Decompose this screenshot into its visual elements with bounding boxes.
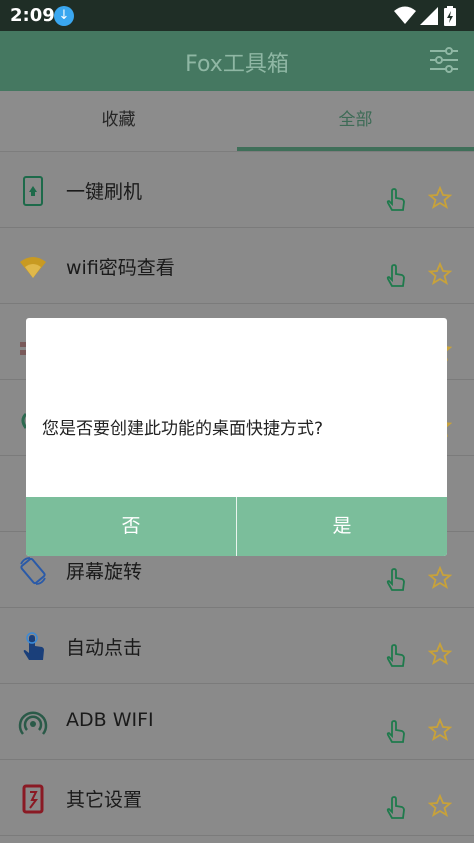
list-item[interactable]: 自动点击 bbox=[0, 608, 474, 684]
list-item[interactable]: ADB WIFI bbox=[0, 684, 474, 760]
item-label: 一键刷机 bbox=[66, 181, 143, 203]
star-icon[interactable] bbox=[428, 262, 452, 286]
wifi-status-icon bbox=[394, 6, 416, 24]
status-icons bbox=[394, 5, 464, 27]
tap-icon bbox=[23, 632, 44, 660]
star-icon[interactable] bbox=[428, 566, 452, 590]
star-icon[interactable] bbox=[428, 794, 452, 818]
signal-icon bbox=[420, 7, 438, 25]
battery-icon bbox=[444, 6, 456, 26]
list-item[interactable]: 其它设置 bbox=[0, 760, 474, 836]
touch-icon[interactable] bbox=[384, 642, 406, 668]
tab-bar: 收藏 全部 bbox=[0, 91, 474, 152]
tab-all[interactable]: 全部 bbox=[237, 91, 474, 151]
star-icon[interactable] bbox=[428, 186, 452, 210]
adb-wifi-icon bbox=[18, 711, 48, 735]
item-label: 屏幕旋转 bbox=[66, 561, 143, 583]
dialog-message: 您是否要创建此功能的桌面快捷方式? bbox=[42, 419, 324, 439]
list-item[interactable]: 一键刷机 bbox=[0, 152, 474, 228]
touch-icon[interactable] bbox=[384, 566, 406, 592]
phone-icon bbox=[23, 176, 43, 206]
item-label: wifi密码查看 bbox=[66, 257, 175, 279]
item-label: 自动点击 bbox=[66, 637, 143, 659]
settings-card-icon bbox=[22, 784, 44, 814]
shortcut-dialog: 您是否要创建此功能的桌面快捷方式? 否 是 bbox=[26, 318, 447, 556]
status-time: 2:09 bbox=[10, 5, 55, 26]
tab-indicator bbox=[237, 147, 474, 151]
download-icon: ↓ bbox=[54, 6, 74, 26]
tab-favorites[interactable]: 收藏 bbox=[0, 91, 237, 151]
touch-icon[interactable] bbox=[384, 186, 406, 212]
list-item[interactable]: wifi密码查看 bbox=[0, 228, 474, 304]
star-icon[interactable] bbox=[428, 718, 452, 742]
status-bar: 2:09 ↓ bbox=[0, 0, 474, 31]
filter-settings-icon[interactable] bbox=[430, 47, 458, 73]
item-label: ADB WIFI bbox=[66, 709, 154, 731]
app-bar: Fox工具箱 bbox=[0, 31, 474, 91]
wifi-icon bbox=[20, 257, 46, 278]
yes-button[interactable]: 是 bbox=[237, 497, 447, 556]
star-icon[interactable] bbox=[428, 642, 452, 666]
app-title: Fox工具箱 bbox=[185, 52, 289, 77]
touch-icon[interactable] bbox=[384, 718, 406, 744]
touch-icon[interactable] bbox=[384, 262, 406, 288]
dialog-button-bar: 否 是 bbox=[26, 497, 447, 556]
touch-icon[interactable] bbox=[384, 794, 406, 820]
item-label: 其它设置 bbox=[66, 789, 143, 811]
no-button[interactable]: 否 bbox=[26, 497, 236, 556]
rotate-icon bbox=[20, 557, 46, 585]
